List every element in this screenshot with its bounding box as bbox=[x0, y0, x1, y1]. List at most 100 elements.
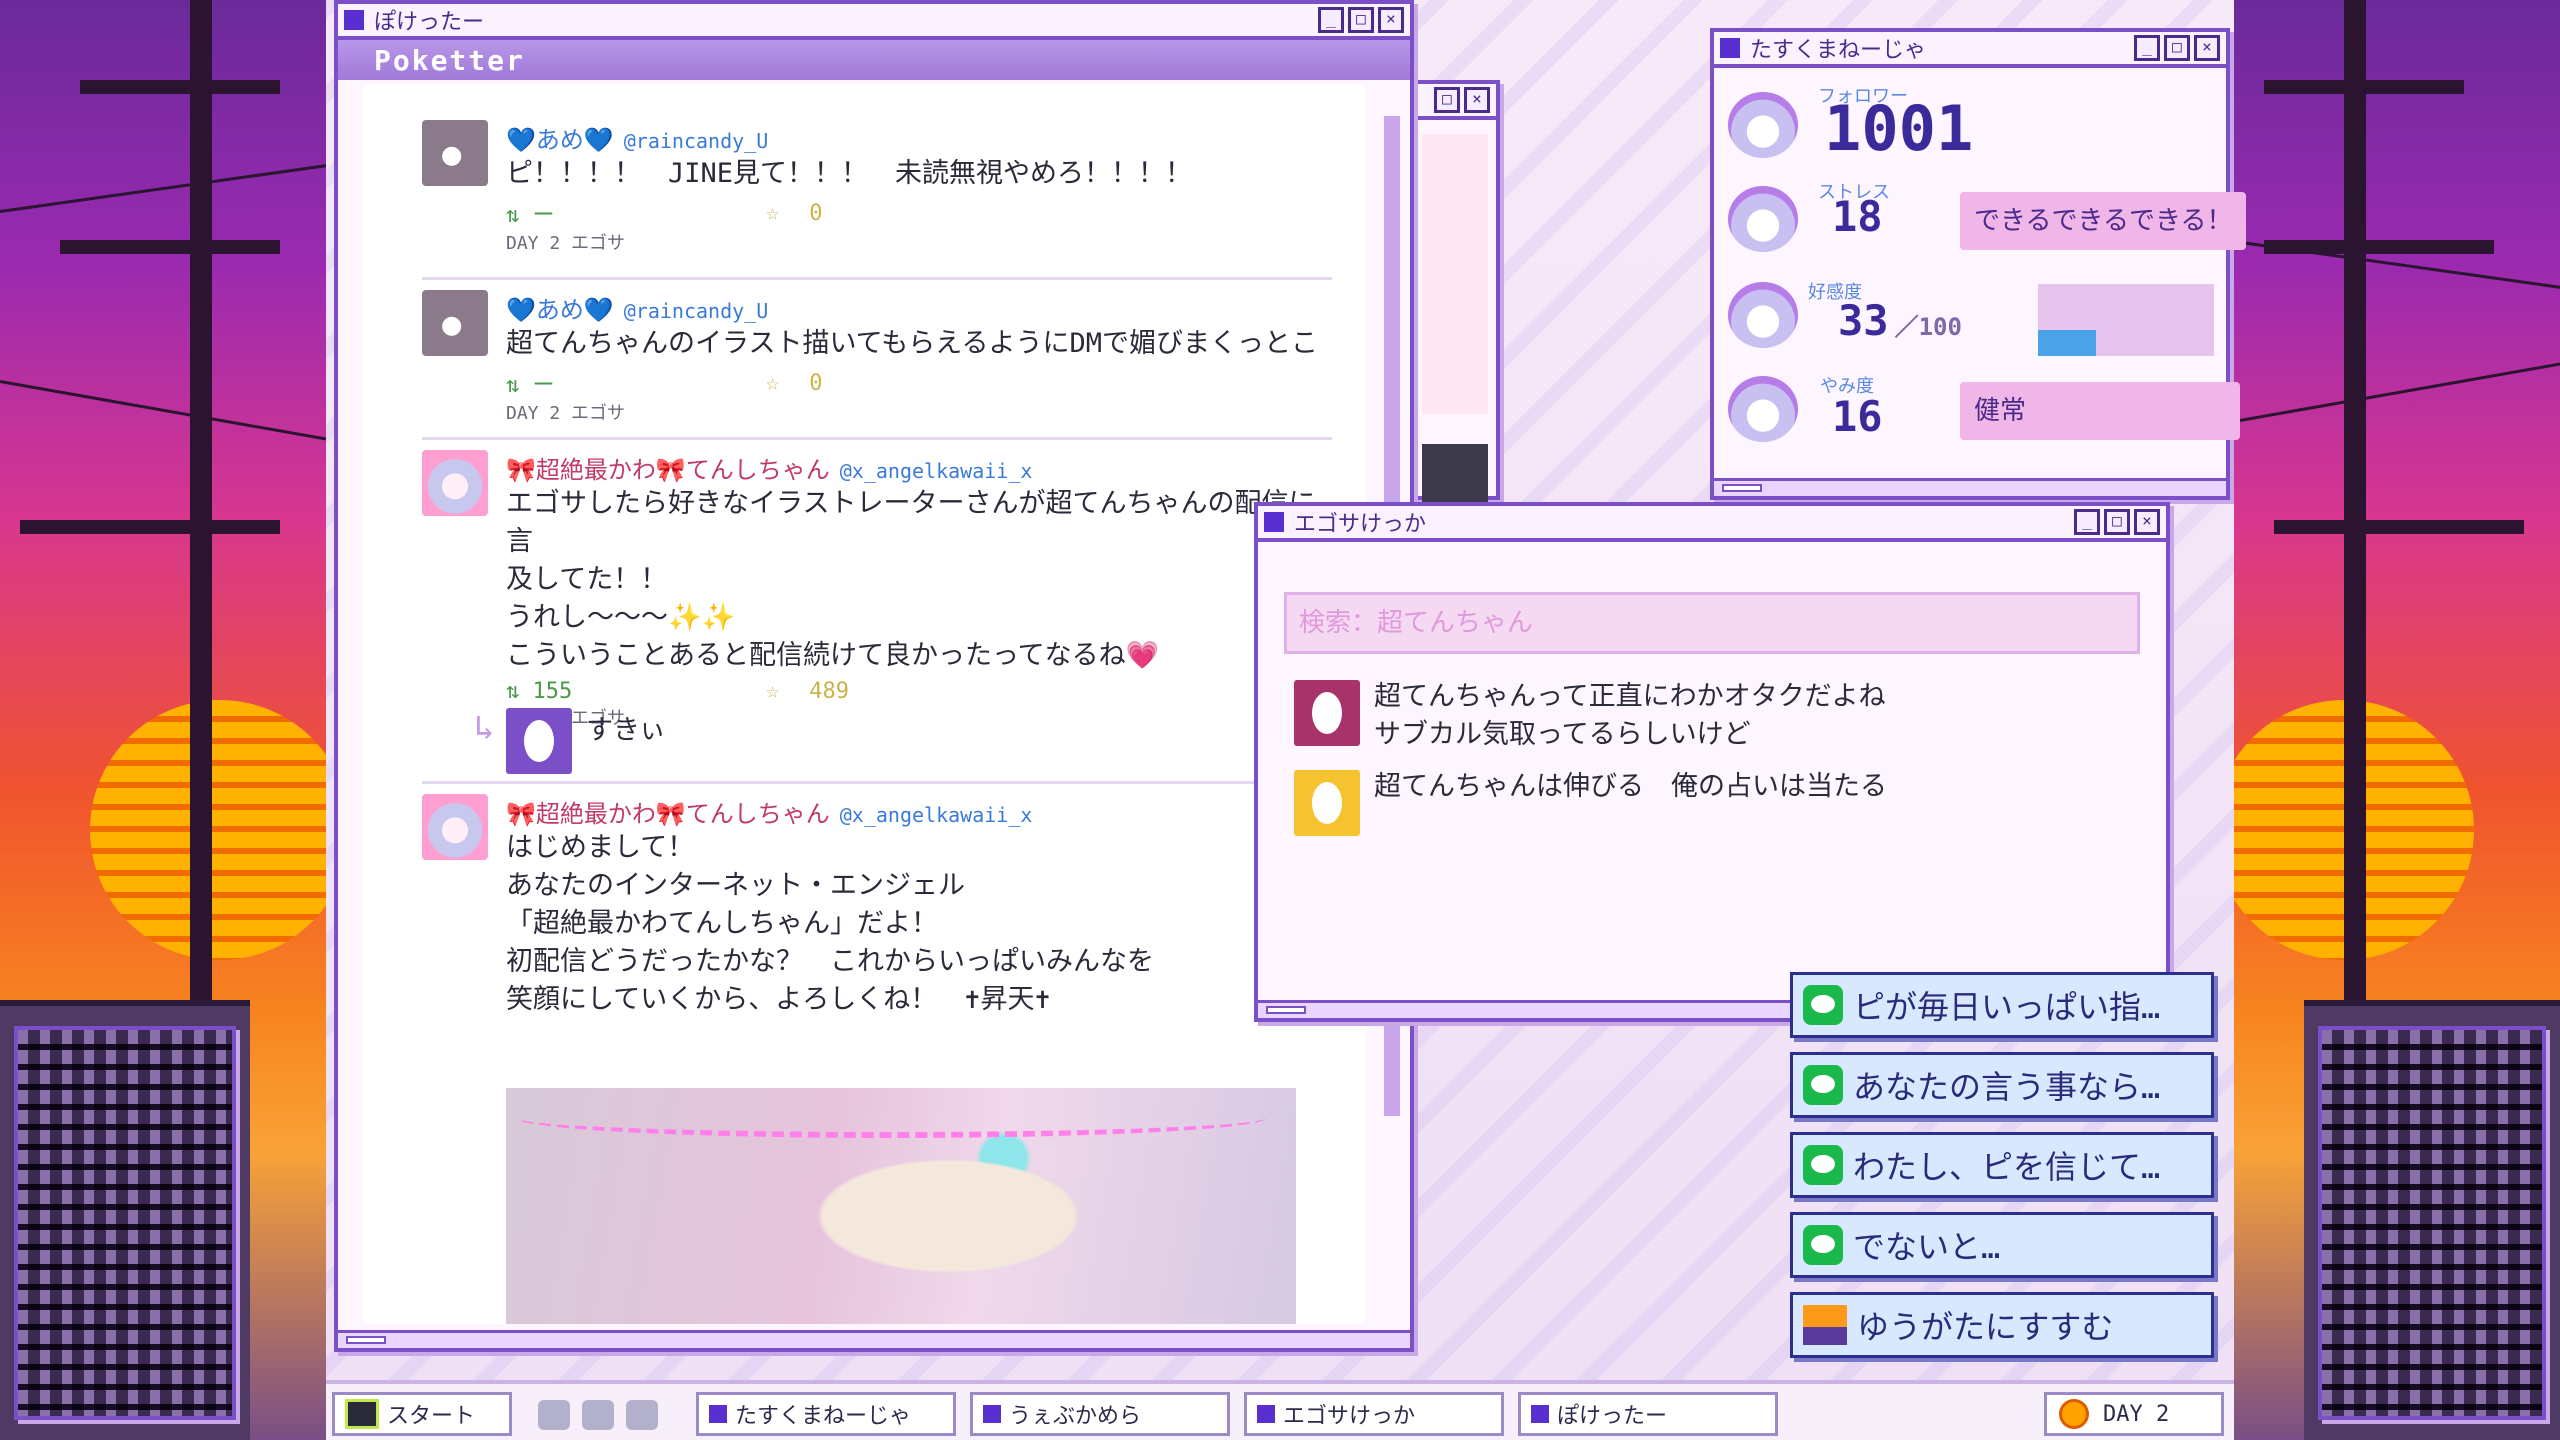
post-user[interactable]: 💙あめ💙 bbox=[506, 296, 614, 324]
maximize-button[interactable]: □ bbox=[2164, 35, 2190, 61]
title-bar[interactable]: たすくまねーじゃ _ □ × bbox=[1714, 32, 2226, 68]
window-icon bbox=[983, 1405, 1001, 1423]
retweet-count[interactable]: ⇅ ー bbox=[506, 197, 766, 229]
action-button[interactable]: あなたの言う事なら… bbox=[1790, 1052, 2214, 1118]
title-bar[interactable]: ぽけったー _ □ × bbox=[338, 4, 1410, 40]
reply-text: すきぃ bbox=[586, 715, 666, 746]
avatar[interactable] bbox=[422, 794, 488, 860]
action-label: あなたの言う事なら… bbox=[1853, 1068, 2161, 1106]
advance-evening-button[interactable]: ゆうがたにすすむ bbox=[1790, 1292, 2214, 1358]
search-result[interactable]: 超てんちゃんって正直にわかオタクだよね サブカル気取ってるらしいけど bbox=[1294, 680, 2140, 750]
reply-avatar[interactable] bbox=[506, 708, 572, 774]
start-button[interactable]: スタート bbox=[332, 1392, 512, 1436]
taskbar-item-label: うぇぶかめら bbox=[1009, 1404, 1142, 1429]
building bbox=[2304, 1000, 2560, 1440]
window-title: たすくまねーじゃ bbox=[1750, 38, 1927, 63]
action-button[interactable]: わたし、ピを信じて… bbox=[1790, 1132, 2214, 1198]
avatar[interactable] bbox=[422, 120, 488, 186]
poketter-window[interactable]: ぽけったー _ □ × Poketter 💙あめ💙 @raincandy_U ピ！… bbox=[334, 0, 1414, 1352]
post[interactable]: 💙あめ💙 @raincandy_U ピ！！！！ JINE見て！！！ 未読無視やめろ… bbox=[422, 120, 1332, 280]
retweet-count[interactable]: ⇅ 155 bbox=[506, 679, 766, 704]
power-line bbox=[2234, 360, 2560, 423]
sunset-icon bbox=[1803, 1305, 1847, 1345]
post-handle[interactable]: @raincandy_U bbox=[624, 129, 769, 153]
sunset-scenery-left bbox=[0, 0, 326, 1440]
affection-max: 100 bbox=[1918, 313, 1962, 341]
pole-crossbar bbox=[20, 520, 280, 534]
maximize-button[interactable]: □ bbox=[2104, 509, 2130, 535]
character-icon bbox=[1728, 92, 1798, 158]
action-button[interactable]: ピが毎日いっぱい指… bbox=[1790, 972, 2214, 1038]
minimize-button[interactable]: _ bbox=[1318, 7, 1344, 33]
close-button[interactable]: × bbox=[1464, 87, 1490, 113]
monitor-icon[interactable] bbox=[626, 1400, 658, 1430]
taskmanager-window[interactable]: たすくまねーじゃ _ □ × フォロワー 1001 ストレス 18 できるできる… bbox=[1710, 28, 2247, 500]
minimize-button[interactable]: _ bbox=[2134, 35, 2160, 61]
post-image[interactable] bbox=[506, 1088, 1296, 1324]
post[interactable]: 💙あめ💙 @raincandy_U 超てんちゃんのイラスト描いてもらえるようにDM… bbox=[422, 280, 1332, 440]
search-result[interactable]: 超てんちゃんは伸びる 俺の占いは当たる bbox=[1294, 770, 2140, 840]
taskbar: スタート たすくまねーじゃ うぇぶかめら エゴサけっか ぽけったー DAY 2 bbox=[326, 1380, 2234, 1440]
pole-crossbar bbox=[2274, 520, 2524, 534]
star-icon[interactable]: ☆ bbox=[766, 679, 779, 704]
stress-row: ストレス 18 できるできるできる！ bbox=[1728, 176, 2247, 268]
taskbar-item-label: エゴサけっか bbox=[1283, 1404, 1416, 1429]
app-brand: Poketter bbox=[338, 40, 1410, 80]
character-icon bbox=[1728, 282, 1798, 348]
close-button[interactable]: × bbox=[2134, 509, 2160, 535]
like-count: 0 bbox=[809, 200, 823, 226]
affection-bar bbox=[2038, 284, 2214, 356]
minimize-button[interactable]: _ bbox=[2074, 509, 2100, 535]
jine-icon bbox=[1803, 1225, 1843, 1265]
taskbar-item-egosa[interactable]: エゴサけっか bbox=[1244, 1392, 1504, 1436]
post[interactable]: 🎀超絶最かわ🎀てんしちゃん @x_angelkawaii_x エゴサしたら好きなイ… bbox=[422, 440, 1332, 784]
action-button[interactable]: でないと… bbox=[1790, 1212, 2214, 1278]
post-text: エゴサしたら好きなイラストレーターさんが超てんちゃんの配信に言 及してた！！ う… bbox=[506, 488, 1316, 671]
star-icon[interactable]: ☆ bbox=[766, 371, 779, 396]
window-icon bbox=[1257, 1405, 1275, 1423]
title-bar[interactable]: エゴサけっか _ □ × bbox=[1258, 506, 2166, 542]
post-user[interactable]: 💙あめ💙 bbox=[506, 126, 614, 154]
maximize-button[interactable]: □ bbox=[1434, 87, 1460, 113]
egosa-window[interactable]: エゴサけっか _ □ × 検索：超てんちゃん 超てんちゃんって正直にわかオタクだ… bbox=[1254, 502, 2170, 1022]
post-handle[interactable]: @x_angelkawaii_x bbox=[840, 459, 1033, 483]
window-icon bbox=[1531, 1405, 1549, 1423]
bird-icon[interactable] bbox=[538, 1400, 570, 1430]
taskbar-item-taskmanager[interactable]: たすくまねーじゃ bbox=[696, 1392, 956, 1436]
result-avatar[interactable] bbox=[1294, 680, 1360, 746]
yami-row: やみ度 16 健常 bbox=[1728, 366, 2240, 458]
power-line bbox=[0, 380, 326, 443]
chat-icon[interactable] bbox=[582, 1400, 614, 1430]
retweet-count[interactable]: ⇅ ー bbox=[506, 367, 766, 399]
post-handle[interactable]: @x_angelkawaii_x bbox=[840, 803, 1033, 827]
pole-crossbar bbox=[80, 80, 280, 94]
timeline-feed[interactable]: 💙あめ💙 @raincandy_U ピ！！！！ JINE見て！！！ 未読無視やめろ… bbox=[362, 84, 1366, 1324]
result-avatar[interactable] bbox=[1294, 770, 1360, 836]
affection-value: 33 bbox=[1838, 296, 1889, 345]
pole-crossbar bbox=[2264, 80, 2464, 94]
taskbar-item-label: たすくまねーじゃ bbox=[735, 1404, 912, 1429]
post-text: 超てんちゃんのイラスト描いてもらえるようにDMで媚びまくっとこ bbox=[506, 328, 1318, 359]
search-query: 検索：超てんちゃん bbox=[1284, 592, 2140, 654]
action-label: ゆうがたにすすむ bbox=[1857, 1308, 2114, 1346]
status-bar bbox=[338, 1330, 1410, 1348]
post-user[interactable]: 🎀超絶最かわ🎀てんしちゃん bbox=[506, 456, 830, 484]
maximize-button[interactable]: □ bbox=[1348, 7, 1374, 33]
sun-icon bbox=[2059, 1399, 2089, 1429]
taskbar-item-webcam[interactable]: うぇぶかめら bbox=[970, 1392, 1230, 1436]
post-text: ピ！！！！ JINE見て！！！ 未読無視やめろ！！！！ bbox=[506, 158, 1193, 189]
like-count: 0 bbox=[809, 370, 823, 396]
post-day: DAY 2 エゴサ bbox=[506, 233, 626, 254]
like-count: 489 bbox=[809, 679, 849, 704]
star-icon[interactable]: ☆ bbox=[766, 201, 779, 226]
close-button[interactable]: × bbox=[2194, 35, 2220, 61]
webcam-window-partial[interactable]: □ × bbox=[1410, 80, 1500, 574]
post-handle[interactable]: @raincandy_U bbox=[624, 299, 769, 323]
avatar[interactable] bbox=[422, 450, 488, 516]
post-user[interactable]: 🎀超絶最かわ🎀てんしちゃん bbox=[506, 800, 830, 828]
taskbar-item-poketter[interactable]: ぽけったー bbox=[1518, 1392, 1778, 1436]
title-bar[interactable]: □ × bbox=[1414, 84, 1496, 120]
close-button[interactable]: × bbox=[1378, 7, 1404, 33]
avatar[interactable] bbox=[422, 290, 488, 356]
reply[interactable]: ↳ すきぃ bbox=[474, 708, 906, 774]
